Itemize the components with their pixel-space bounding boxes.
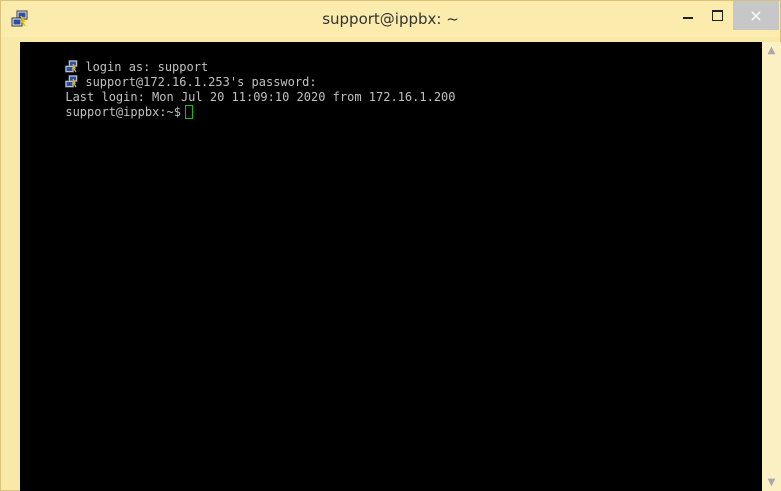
terminal-line: support@172.16.1.253's password: [22,60,317,89]
chevron-down-icon[interactable]: ▼ [762,474,781,491]
maximize-button[interactable] [704,1,731,30]
vertical-scrollbar[interactable]: ▲ ▼ [762,42,781,491]
terminal-line: Last login: Mon Jul 20 11:09:10 2020 fro… [22,75,455,104]
chevron-up-icon[interactable]: ▲ [762,42,781,59]
title-bar[interactable]: support@ippbx: ~ × [1,1,780,37]
minimize-button[interactable] [671,1,704,30]
putty-window: support@ippbx: ~ × login as: support sup… [0,0,781,491]
terminal-line: login as: support [22,45,208,74]
maximize-icon [712,10,723,21]
minimize-icon [682,16,693,19]
terminal-cursor [184,105,193,119]
close-icon: × [749,5,763,25]
terminal-prompt: support@ippbx:~$ [65,105,181,119]
terminal-area[interactable]: login as: support support@172.16.1.253's… [20,42,762,491]
close-button[interactable]: × [733,1,779,30]
window-title: support@ippbx: ~ [322,10,459,28]
terminal-prompt-line: support@ippbx:~$ [22,90,193,119]
